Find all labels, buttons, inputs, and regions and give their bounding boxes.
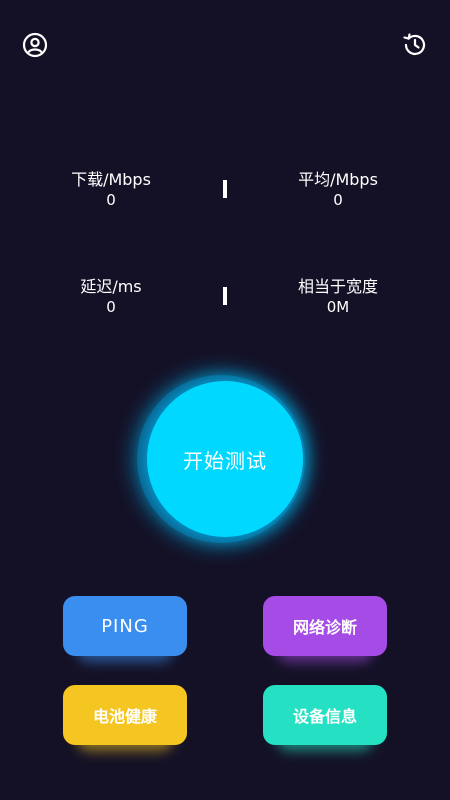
network-diagnosis-face[interactable]: 网络诊断	[263, 596, 387, 656]
average-stat: 平均/Mbps 0	[268, 170, 408, 210]
start-test-button[interactable]: 开始测试	[147, 381, 303, 537]
ping-button-label: PING	[101, 615, 149, 637]
device-info-face[interactable]: 设备信息	[263, 685, 387, 745]
download-label: 下载/Mbps	[71, 170, 151, 189]
history-clock-icon[interactable]	[400, 30, 430, 60]
speed-test-screen: 下载/Mbps 0 平均/Mbps 0 延迟/ms 0 相当于宽度 0M 开始测…	[0, 0, 450, 800]
stat-divider	[223, 287, 227, 305]
network-diagnosis-button[interactable]: 网络诊断	[263, 596, 387, 662]
average-value: 0	[333, 191, 343, 209]
battery-health-label: 电池健康	[92, 707, 157, 726]
latency-value: 0	[106, 298, 116, 316]
start-test-control: 开始测试	[131, 365, 321, 555]
battery-health-button[interactable]: 电池健康	[63, 685, 187, 751]
stat-divider	[223, 180, 227, 198]
device-info-button[interactable]: 设备信息	[263, 685, 387, 751]
bandwidth-stat: 相当于宽度 0M	[268, 277, 408, 317]
latency-label: 延迟/ms	[80, 277, 142, 296]
bandwidth-label: 相当于宽度	[297, 277, 378, 296]
ping-button[interactable]: PING	[63, 596, 187, 662]
download-value: 0	[106, 191, 116, 209]
download-stat: 下载/Mbps 0	[41, 170, 181, 210]
network-diagnosis-label: 网络诊断	[292, 618, 357, 637]
battery-health-face[interactable]: 电池健康	[63, 685, 187, 745]
start-test-label: 开始测试	[183, 448, 267, 473]
user-circle-icon[interactable]	[20, 30, 50, 60]
latency-stat: 延迟/ms 0	[41, 277, 181, 317]
bandwidth-value: 0M	[326, 298, 350, 316]
average-label: 平均/Mbps	[298, 170, 378, 189]
ping-button-face[interactable]: PING	[63, 596, 187, 656]
device-info-label: 设备信息	[292, 707, 357, 726]
